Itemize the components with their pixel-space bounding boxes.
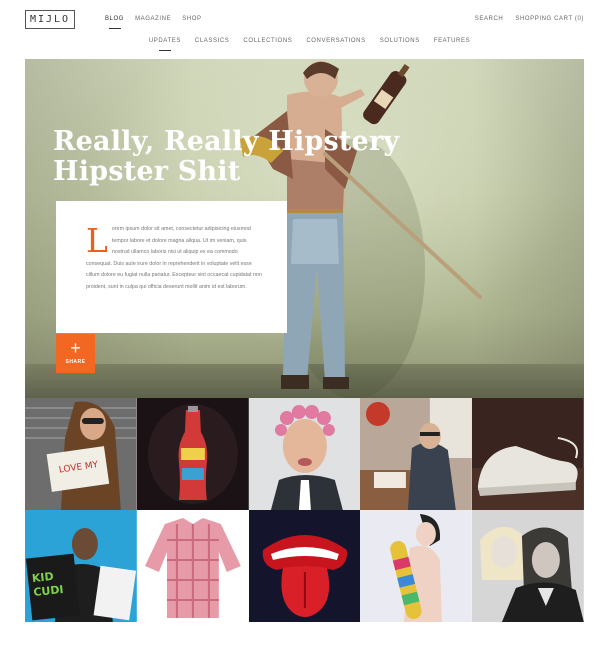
grid-tile-girl-with-skateboard[interactable] (360, 510, 473, 622)
share-label: SHARE (65, 359, 86, 365)
grid-tile-white-sneaker[interactable] (472, 398, 584, 510)
grid-tile-man-with-curlers[interactable] (248, 398, 361, 510)
grid-tile-cola-bottle[interactable] (136, 398, 249, 510)
hero-title-line-2: Hipster Shit (53, 156, 241, 187)
plus-icon: + (70, 338, 81, 358)
secondary-nav: UPDATES CLASSICS COLLECTIONS CONVERSATIO… (0, 38, 609, 44)
subnav-conversations[interactable]: CONVERSATIONS (306, 38, 365, 44)
grid-tile-couple-portrait[interactable] (472, 510, 584, 622)
subnav-classics[interactable]: CLASSICS (195, 38, 229, 44)
svg-text:KID: KID (31, 570, 54, 585)
subnav-solutions[interactable]: SOLUTIONS (380, 38, 420, 44)
grid-tile-rolling-stones-tongue[interactable] (248, 510, 361, 622)
logo[interactable]: MIJLO (25, 10, 75, 29)
article-excerpt-card: L orem ipsum dolor sit amet, consectetur… (56, 201, 287, 333)
article-excerpt-text: orem ipsum dolor sit amet, consectetur a… (86, 226, 262, 290)
grid-tile-kid-cudi[interactable]: KID CUDI (25, 510, 137, 622)
nav-search[interactable]: SEARCH (475, 16, 504, 22)
grid-tile-man-in-diner[interactable] (360, 398, 473, 510)
subnav-collections[interactable]: COLLECTIONS (243, 38, 292, 44)
subnav-updates[interactable]: UPDATES (149, 38, 181, 44)
utility-nav: SEARCH SHOPPING CART (0) (475, 16, 584, 22)
hero-title: Really, Really Hipstery Hipster Shit (53, 127, 413, 187)
thumbnail-grid: LOVE MY KID CUDI (25, 398, 584, 622)
nav-shopping-cart[interactable]: SHOPPING CART (0) (515, 16, 584, 22)
primary-nav: BLOG MAGAZINE SHOP (105, 16, 202, 22)
grid-tile-plaid-shirt[interactable] (136, 510, 249, 622)
hero-title-line-1: Really, Really Hipstery (53, 126, 400, 157)
nav-magazine[interactable]: MAGAZINE (135, 16, 171, 22)
grid-tile-girl-with-sign[interactable]: LOVE MY (25, 398, 137, 510)
share-button[interactable]: + SHARE (56, 334, 95, 373)
subnav-features[interactable]: FEATURES (434, 38, 470, 44)
nav-blog[interactable]: BLOG (105, 16, 124, 22)
drop-cap: L (86, 221, 108, 260)
nav-shop[interactable]: SHOP (182, 16, 201, 22)
